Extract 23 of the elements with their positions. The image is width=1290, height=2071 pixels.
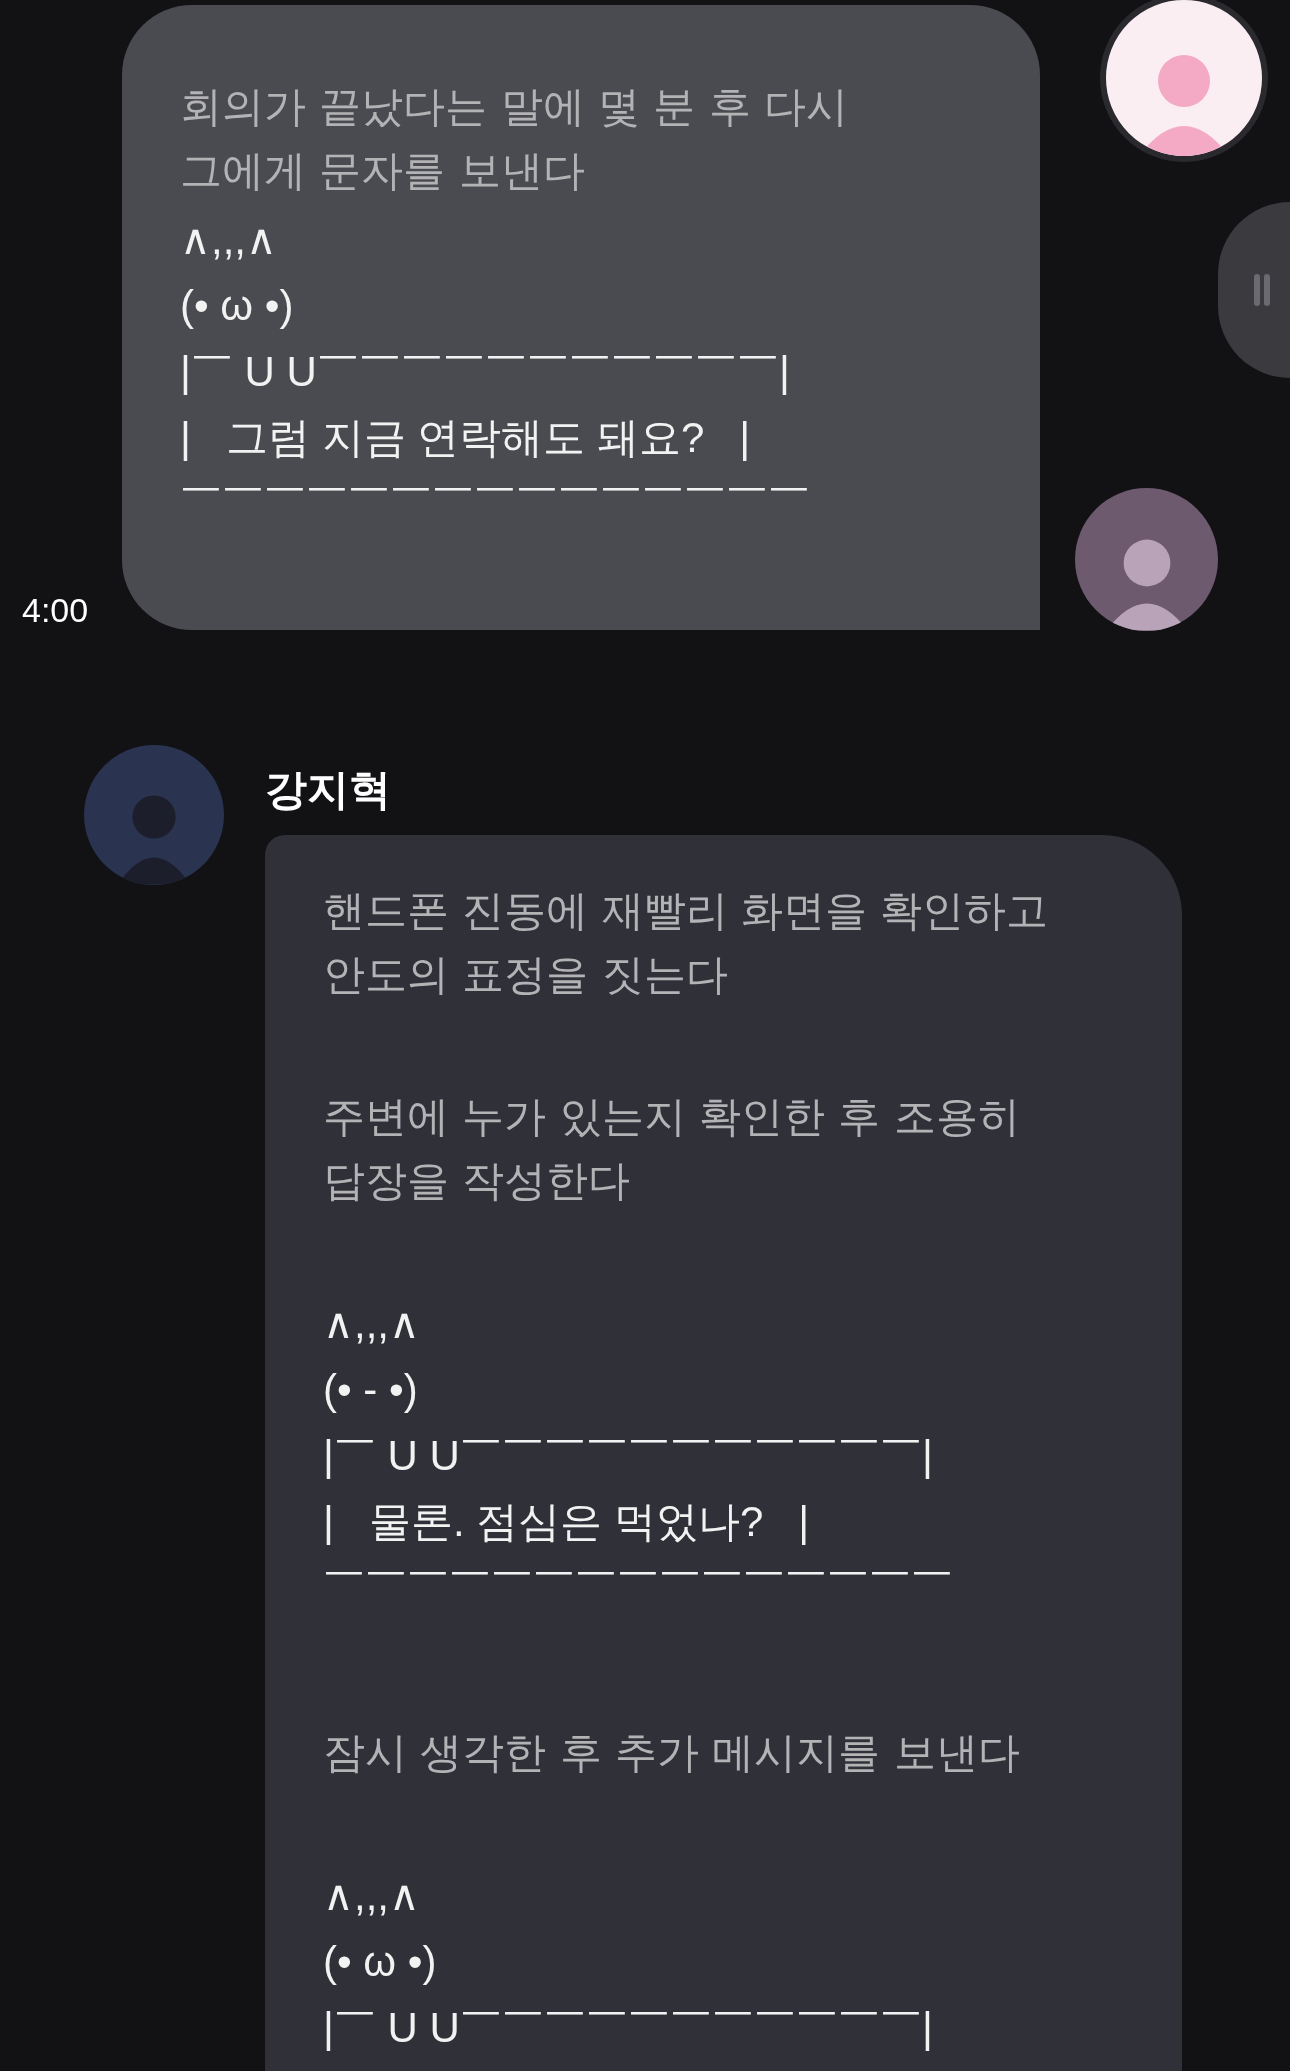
narration-text: 그에게 문자를 보낸다 bbox=[180, 145, 586, 197]
ascii-art-line: ￣￣￣￣￣￣￣￣￣￣￣￣￣￣￣ bbox=[323, 1563, 954, 1613]
narration-text: 안도의 표정을 짓는다 bbox=[323, 949, 729, 1001]
ascii-art-line: ￣￣￣￣￣￣￣￣￣￣￣￣￣￣￣ bbox=[180, 479, 811, 529]
ascii-art-line: |￣ U U￣￣￣￣￣￣￣￣￣￣￣| bbox=[323, 1431, 934, 1481]
ascii-art-line: ∧,,,∧ bbox=[323, 1299, 421, 1349]
ascii-art-line: (• ω •) bbox=[323, 1937, 438, 1987]
ascii-art-line: ∧,,,∧ bbox=[180, 215, 278, 265]
narration-text: 핸드폰 진동에 재빨리 화면을 확인하고 bbox=[323, 885, 1050, 937]
ascii-art-line: (• - •) bbox=[323, 1365, 419, 1415]
sender-name: 강지혁 bbox=[265, 765, 392, 815]
ascii-art-line: | 물론. 점심은 먹었나? | bbox=[323, 1497, 811, 1547]
ascii-art-line: (• ω •) bbox=[180, 281, 295, 331]
narration-text: 회의가 끝났다는 말에 몇 분 후 다시 bbox=[180, 81, 850, 133]
ascii-art-line: | 그럼 지금 연락해도 돼요? | bbox=[180, 413, 752, 463]
pause-icon bbox=[1252, 272, 1272, 308]
ascii-art-line: |￣ U U￣￣￣￣￣￣￣￣￣￣￣| bbox=[323, 2003, 934, 2053]
narration-text: 잠시 생각한 후 추가 메시지를 보낸다 bbox=[323, 1727, 1021, 1779]
narration-text: 주변에 누가 있는지 확인한 후 조용히 bbox=[323, 1091, 1021, 1143]
message-time: 4:00 bbox=[22, 590, 89, 631]
ascii-art-line: ∧,,,∧ bbox=[323, 1871, 421, 1921]
narration-text: 답장을 작성한다 bbox=[323, 1155, 632, 1207]
ascii-art-line: |￣ U U￣￣￣￣￣￣￣￣￣￣￣| bbox=[180, 347, 791, 397]
